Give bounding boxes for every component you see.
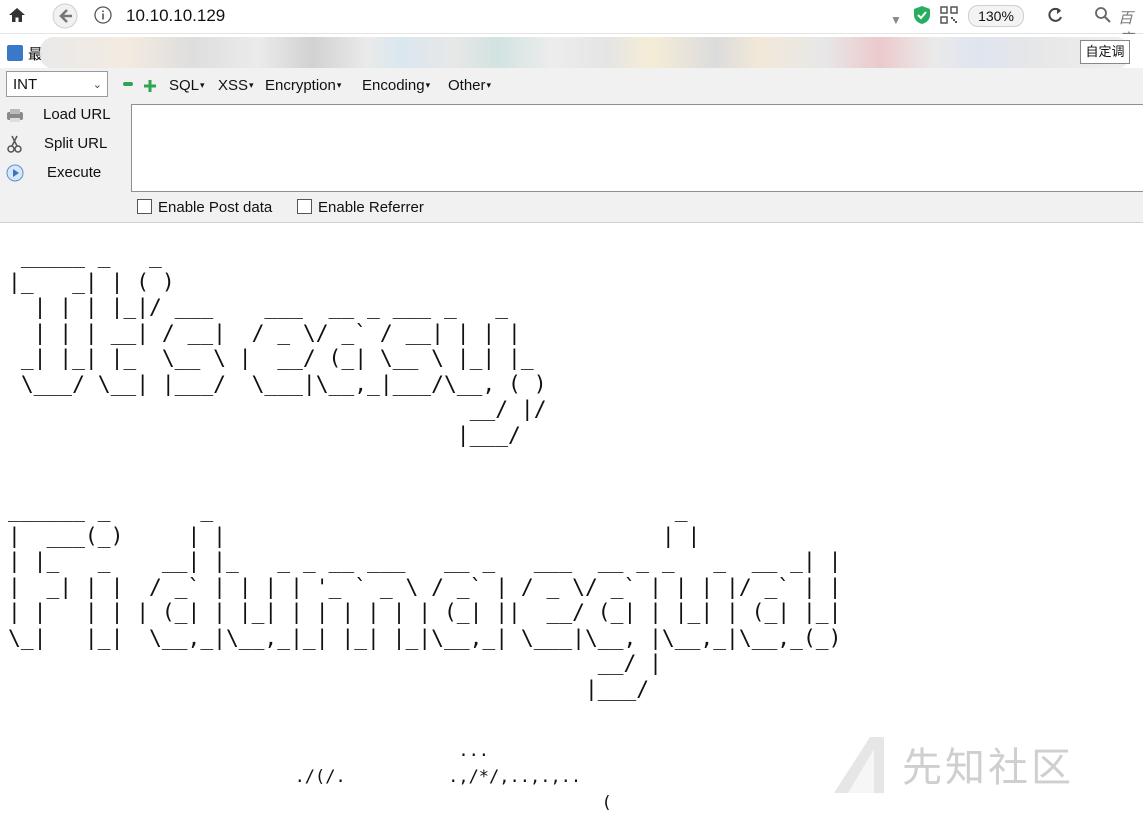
enable-post-data-label: Enable Post data [158, 199, 273, 216]
menu-other[interactable]: Other▾ [448, 77, 491, 94]
load-url-button[interactable]: Load URL [6, 106, 111, 124]
ascii-art-heading-1: _____ _ _ |_ _| | ( ) | | | |_|/ ___ ___… [8, 244, 547, 448]
increase-icon[interactable] [144, 79, 156, 92]
split-url-label: Split URL [44, 135, 108, 152]
dropdown-icon: ▾ [249, 80, 254, 90]
dropdown-icon: ▾ [425, 80, 431, 90]
type-select-value: INT [13, 76, 38, 93]
menu-encoding-label: Encoding [362, 77, 425, 94]
type-select[interactable]: INT ⌄ [6, 71, 108, 97]
menu-encoding[interactable]: Encoding▾ [362, 77, 430, 94]
blurred-bookmarks [40, 37, 1130, 69]
bookmark-icon[interactable] [7, 45, 23, 61]
menu-encryption-label: Encryption [265, 77, 336, 94]
url-text[interactable]: 10.10.10.129 [126, 6, 225, 26]
load-url-label: Load URL [43, 106, 111, 123]
checkbox-box[interactable] [137, 199, 152, 214]
info-icon[interactable] [94, 6, 112, 28]
dropdown-icon: ▾ [486, 80, 492, 90]
bookmark-button[interactable]: 自定调 [1080, 40, 1130, 64]
address-bar: 10.10.10.129 ▼ 130% 百度 [0, 0, 1143, 48]
dropdown-icon: ▾ [200, 80, 205, 90]
ascii-art-fragment: ... ./(/. .,/*/,..,.,.. ( [294, 741, 612, 813]
ascii-art-heading-2: ______ _ _ _ | ___(_) | | | | | |_ _ __|… [8, 498, 842, 702]
url-textarea[interactable] [131, 104, 1143, 192]
chevron-down-icon: ⌄ [92, 79, 102, 91]
menu-xss-label: XSS [218, 77, 249, 94]
home-icon[interactable] [8, 6, 26, 28]
reload-icon[interactable] [1046, 6, 1064, 28]
enable-referrer-checkbox[interactable]: Enable Referrer [297, 199, 424, 216]
load-url-icon [6, 106, 24, 124]
menu-sql-label: SQL [169, 77, 200, 94]
split-url-button[interactable]: Split URL [6, 135, 108, 153]
dropdown-arrow-icon[interactable]: ▼ [890, 10, 902, 30]
watermark-logo-icon [834, 737, 884, 793]
decrease-icon[interactable] [123, 82, 133, 86]
scissors-icon [6, 135, 24, 153]
enable-post-data-checkbox[interactable]: Enable Post data [137, 199, 272, 216]
back-button-icon[interactable] [52, 3, 78, 33]
watermark-text: 先知社区 [902, 745, 1074, 791]
zoom-level[interactable]: 130% [968, 5, 1024, 27]
menu-xss[interactable]: XSS▾ [218, 77, 254, 94]
qrcode-icon[interactable] [940, 6, 958, 28]
execute-button[interactable]: Execute [6, 164, 101, 182]
menu-encryption[interactable]: Encryption▾ [265, 77, 341, 94]
search-icon[interactable] [1094, 6, 1112, 28]
play-icon [6, 164, 24, 182]
menu-sql[interactable]: SQL▾ [169, 77, 205, 94]
enable-referrer-label: Enable Referrer [318, 199, 424, 216]
dropdown-icon: ▾ [336, 80, 342, 90]
shield-icon[interactable] [913, 5, 931, 29]
checkbox-box[interactable] [297, 199, 312, 214]
execute-label: Execute [47, 164, 102, 181]
menu-other-label: Other [448, 77, 486, 94]
